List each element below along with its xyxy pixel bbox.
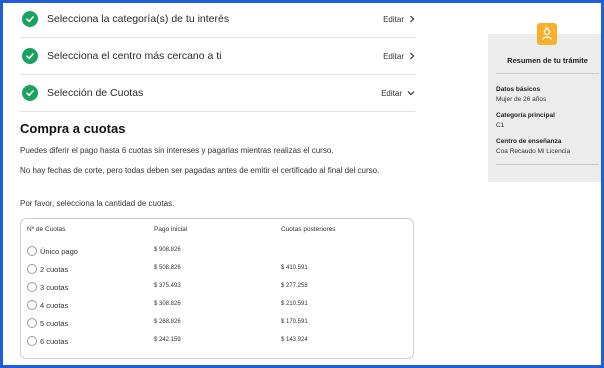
- edit-center-button[interactable]: Editar: [383, 52, 415, 61]
- check-icon: [22, 11, 38, 27]
- edit-label: Editar: [381, 88, 402, 98]
- initial-payment: $ 908.826: [154, 247, 181, 253]
- table-row: 2 cuotas $ 508.826 $ 410.591: [27, 261, 407, 279]
- chevron-down-icon: [407, 91, 415, 96]
- radio-button[interactable]: [27, 282, 37, 292]
- chevron-right-icon: [410, 15, 415, 23]
- table-row: 6 cuotas $ 242.159 $ 143.924: [27, 333, 407, 351]
- step-title: Selecciona el centro más cercano a ti: [47, 50, 222, 62]
- summary-key: Datos básicos: [496, 86, 541, 93]
- step-installments: Selección de Cuotas Editar: [20, 75, 415, 112]
- step-center: Selecciona el centro más cercano a ti Ed…: [20, 38, 415, 75]
- radio-button[interactable]: [27, 318, 37, 328]
- instruction-paragraph: Por favor, selecciona la cantidad de cuo…: [20, 199, 175, 208]
- installment-option[interactable]: 4 cuotas: [27, 300, 68, 310]
- later-payment: $ 210.591: [281, 301, 308, 307]
- installment-option[interactable]: 2 cuotas: [27, 264, 68, 274]
- later-payment: $ 410.591: [281, 265, 308, 271]
- installment-option[interactable]: 3 cuotas: [27, 282, 68, 292]
- installment-option[interactable]: Único pago: [27, 246, 78, 256]
- column-header: Pago inicial: [154, 226, 188, 233]
- section-title: Compra a cuotas: [20, 121, 126, 136]
- check-icon: [22, 85, 38, 101]
- check-icon: [22, 48, 38, 64]
- summary-title: Resumen de tu trámite: [507, 56, 588, 65]
- deadline-paragraph: No hay fechas de corte, pero todas deben…: [20, 166, 380, 175]
- summary-value: C1: [496, 122, 505, 129]
- intro-paragraph: Puedes diferir el pago hasta 6 cuotas si…: [20, 146, 334, 155]
- table-row: 5 cuotas $ 268.826 $ 170.591: [27, 315, 407, 333]
- table-row: 4 cuotas $ 308.826 $ 210.591: [27, 297, 407, 315]
- divider: [496, 73, 599, 74]
- initial-payment: $ 268.826: [154, 319, 181, 325]
- divider: [496, 164, 599, 165]
- installment-label: 6 cuotas: [40, 336, 69, 346]
- step-title: Selecciona la categoría(s) de tu interés: [47, 13, 230, 25]
- step-title: Selección de Cuotas: [47, 87, 144, 99]
- column-header: Nº de Cuotas: [27, 226, 66, 233]
- installment-label: Único pago: [40, 246, 78, 256]
- installment-label: 3 cuotas: [40, 282, 69, 292]
- summary-panel: Resumen de tu trámite Datos básicos Muje…: [488, 23, 601, 182]
- table-row: Único pago $ 908.826: [27, 243, 407, 261]
- summary-value: Mujer de 26 años: [496, 96, 547, 103]
- installment-option[interactable]: 5 cuotas: [27, 318, 68, 328]
- installment-label: 2 cuotas: [40, 264, 69, 274]
- step-category: Selecciona la categoría(s) de tu interés…: [20, 3, 415, 38]
- later-payment: $ 143.924: [281, 337, 308, 343]
- radio-button[interactable]: [27, 300, 37, 310]
- installment-label: 5 cuotas: [40, 318, 69, 328]
- later-payment: $ 277.258: [281, 283, 308, 289]
- page-frame: Selecciona la categoría(s) de tu interés…: [0, 0, 604, 368]
- installments-table: Nº de Cuotas Pago inicial Cuotas posteri…: [20, 218, 414, 359]
- id-badge-icon: [537, 23, 557, 45]
- summary-key: Categoría principal: [496, 112, 555, 119]
- initial-payment: $ 375.493: [154, 283, 181, 289]
- later-payment: $ 170.591: [281, 319, 308, 325]
- table-row: 3 cuotas $ 375.493 $ 277.258: [27, 279, 407, 297]
- edit-label: Editar: [383, 14, 404, 24]
- installment-label: 4 cuotas: [40, 300, 69, 310]
- radio-button[interactable]: [27, 246, 37, 256]
- summary-value: Coa Recaudo Mi Licencia: [496, 148, 571, 155]
- installment-option[interactable]: 6 cuotas: [27, 336, 68, 346]
- edit-category-button[interactable]: Editar: [383, 15, 415, 24]
- radio-button[interactable]: [27, 336, 37, 346]
- column-header: Cuotas posteriores: [281, 226, 336, 233]
- chevron-right-icon: [410, 52, 415, 60]
- edit-label: Editar: [383, 51, 404, 61]
- summary-key: Centro de enseñanza: [496, 138, 562, 145]
- initial-payment: $ 508.826: [154, 265, 181, 271]
- radio-button[interactable]: [27, 264, 37, 274]
- edit-installments-button[interactable]: Editar: [381, 89, 415, 98]
- initial-payment: $ 242.159: [154, 337, 181, 343]
- initial-payment: $ 308.826: [154, 301, 181, 307]
